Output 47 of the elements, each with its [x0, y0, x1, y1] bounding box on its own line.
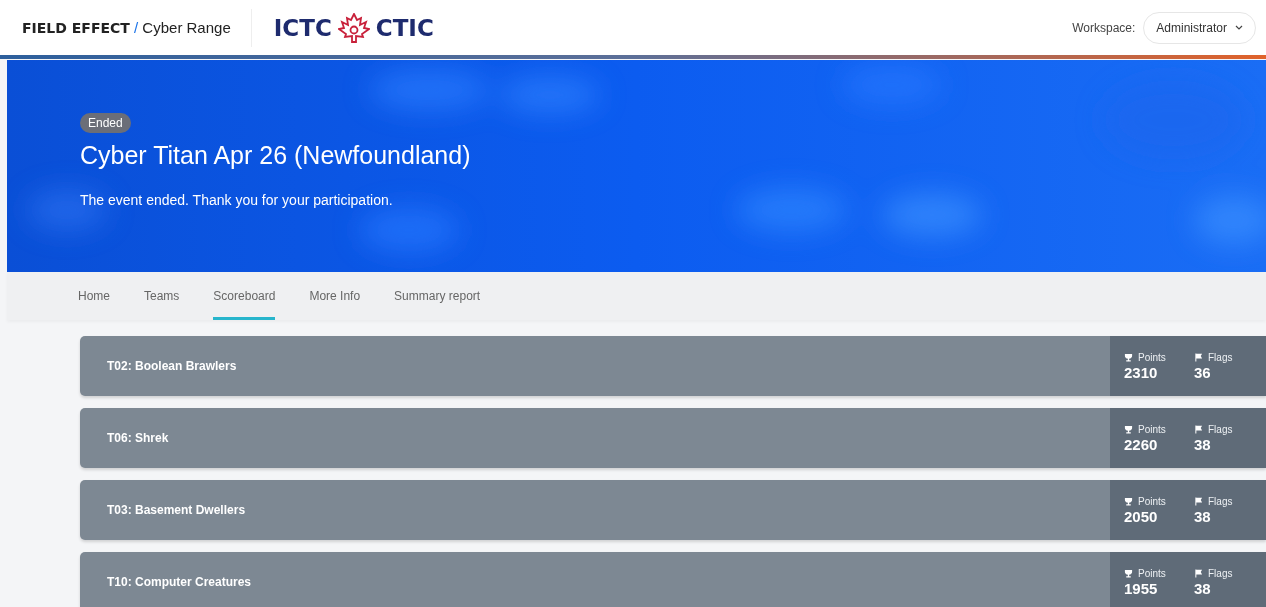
stat-label: Flags	[1208, 567, 1233, 579]
stat-value: 2310	[1124, 363, 1159, 381]
workspace-label: Workspace:	[1072, 20, 1136, 35]
trophy-icon	[1124, 568, 1133, 578]
stat-value: 38	[1194, 507, 1212, 525]
event-message: The event ended. Thank you for your participation.	[80, 192, 393, 208]
team-row[interactable]: T06: Shrek Points 2260 Flags 38	[80, 408, 1266, 468]
caret-icon	[1235, 25, 1243, 30]
logo-text: CTIC	[375, 14, 434, 41]
nav-tab[interactable]: Scoreboard	[213, 272, 276, 320]
stat-value: 2050	[1124, 507, 1159, 525]
trophy-icon	[1124, 352, 1133, 362]
flag-icon	[1194, 568, 1203, 578]
nav-tab[interactable]: Summary report	[394, 272, 481, 320]
stat-value: 2260	[1124, 435, 1159, 453]
stat-label: Flags	[1208, 495, 1233, 507]
nav-tab[interactable]: Teams	[144, 272, 180, 320]
stat-label: Points	[1138, 567, 1166, 579]
stat-label: Points	[1138, 351, 1166, 363]
flag-icon	[1194, 424, 1203, 434]
status-badge: Ended	[80, 113, 131, 133]
stat-value: 1955	[1124, 579, 1159, 597]
team-row[interactable]: T10: Computer Creatures Points 1955 Flags 38	[80, 552, 1266, 607]
trophy-icon	[1124, 424, 1133, 434]
flag-icon	[1194, 352, 1203, 362]
team-row[interactable]: T02: Boolean Brawlers Points 2310 Flags 36	[80, 336, 1266, 396]
team-name: T03: Basement Dwellers	[106, 503, 246, 517]
team-name: T10: Computer Creatures	[106, 575, 252, 589]
stat-label: Points	[1138, 423, 1166, 435]
trophy-icon	[1124, 496, 1133, 506]
team-name: T02: Boolean Brawlers	[106, 359, 237, 373]
event-title: Cyber Titan Apr 26 (Newfoundland)	[80, 141, 471, 170]
stat-label: Flags	[1208, 423, 1233, 435]
stat-value: 36	[1194, 363, 1212, 381]
team-name: T06: Shrek	[106, 431, 169, 445]
workspace-dropdown[interactable]: Administrator	[1143, 11, 1256, 44]
stat-label: Points	[1138, 495, 1166, 507]
brand-name[interactable]: FIELD EFFECT / Cyber Range	[22, 19, 231, 36]
stat-label: Flags	[1208, 351, 1233, 363]
flag-icon	[1194, 496, 1203, 506]
stat-value: 38	[1194, 579, 1212, 597]
nav-tab[interactable]: More Info	[309, 272, 361, 320]
maple-leaf-icon	[337, 12, 370, 43]
nav-tab[interactable]: Home	[78, 272, 110, 320]
logo-text: ICTC	[273, 14, 332, 41]
stat-value: 38	[1194, 435, 1212, 453]
team-row[interactable]: T03: Basement Dwellers Points 2050 Flags 38	[80, 480, 1266, 540]
